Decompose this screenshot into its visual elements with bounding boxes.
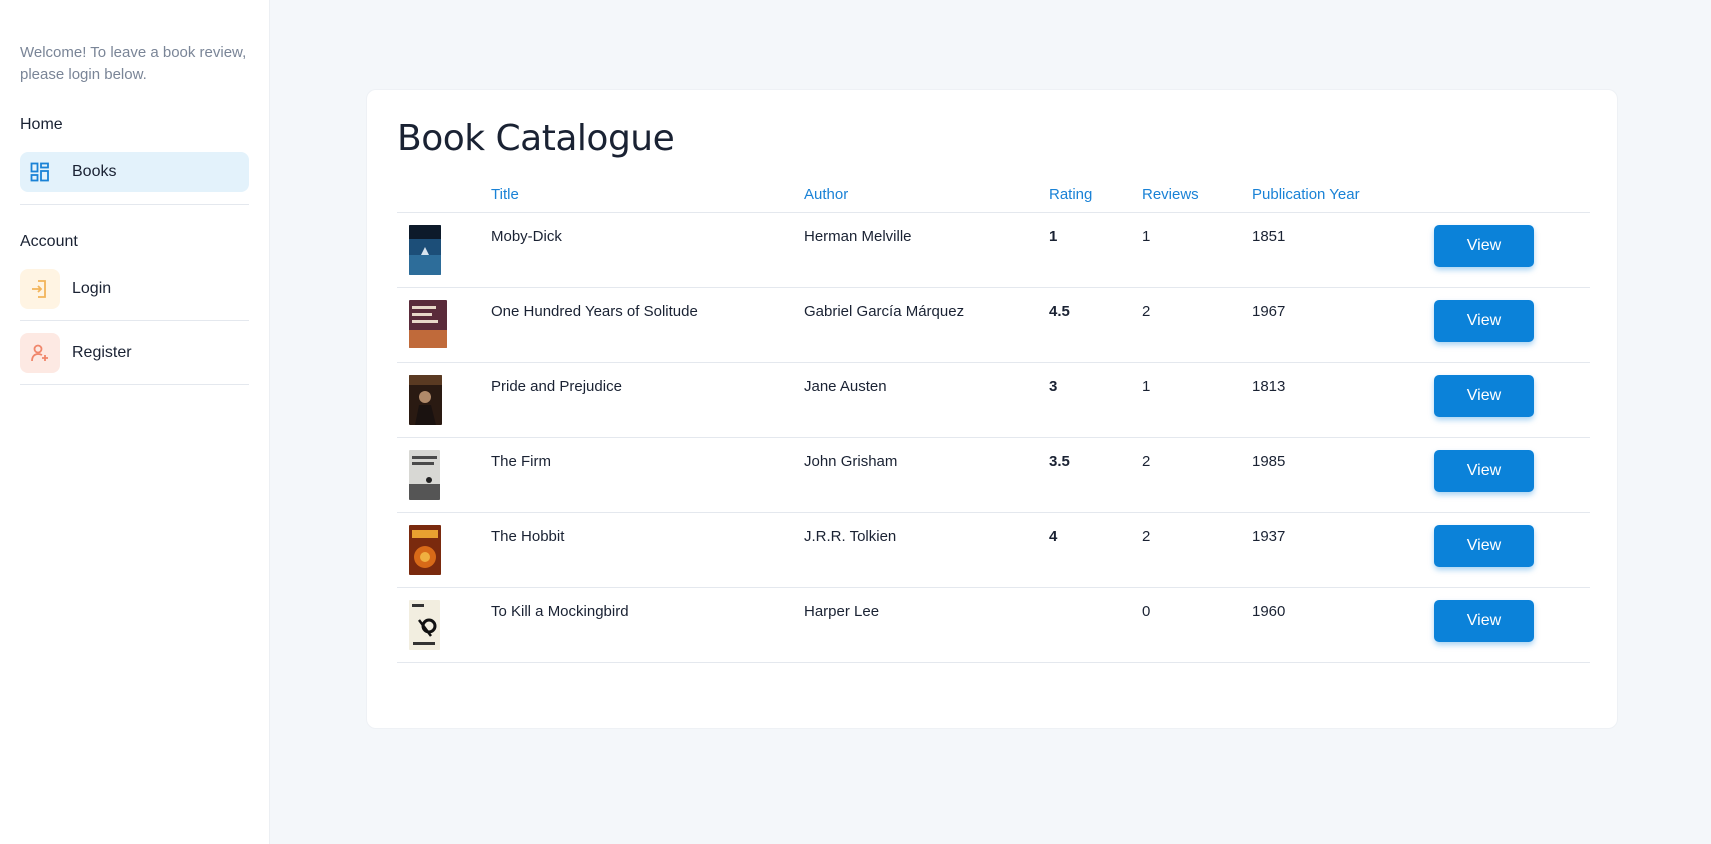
- table-row: The Firm John Grisham 3.5 2 1985 View: [397, 437, 1590, 513]
- book-author: Harper Lee: [804, 587, 1049, 663]
- book-author: J.R.R. Tolkien: [804, 512, 1049, 588]
- book-rating: 3: [1049, 362, 1142, 438]
- page-title: Book Catalogue: [397, 118, 675, 159]
- login-icon: [20, 268, 60, 309]
- book-year: 1960: [1252, 587, 1434, 663]
- book-cover-image: [409, 599, 440, 650]
- book-cover-image: [409, 524, 441, 575]
- book-cover-image: [409, 299, 447, 348]
- book-year: 1985: [1252, 437, 1434, 513]
- view-button[interactable]: View: [1434, 374, 1534, 417]
- book-reviews: 2: [1142, 437, 1252, 513]
- sidebar-item-register[interactable]: Register: [20, 321, 249, 385]
- book-author: Gabriel García Márquez: [804, 287, 1049, 363]
- book-reviews: 0: [1142, 587, 1252, 663]
- book-title: Moby-Dick: [491, 212, 804, 288]
- year-column-header[interactable]: Publication Year: [1252, 178, 1434, 213]
- book-year: 1967: [1252, 287, 1434, 363]
- sidebar-item-label: Login: [72, 279, 112, 297]
- table-row: Moby-Dick Herman Melville 1 1 1851 View: [397, 212, 1590, 288]
- book-title: To Kill a Mockingbird: [491, 587, 804, 663]
- book-year: 1813: [1252, 362, 1434, 438]
- sidebar-item-login[interactable]: Login: [20, 257, 249, 321]
- book-cover-image: [409, 224, 441, 275]
- author-column-header[interactable]: Author: [804, 178, 1049, 213]
- book-title: The Firm: [491, 437, 804, 513]
- book-rating: 1: [1049, 212, 1142, 288]
- view-button[interactable]: View: [1434, 524, 1534, 567]
- book-rating: 3.5: [1049, 437, 1142, 513]
- add-user-icon: [20, 332, 60, 373]
- book-year: 1937: [1252, 512, 1434, 588]
- book-cover-image: [409, 374, 442, 425]
- view-button[interactable]: View: [1434, 599, 1534, 642]
- book-reviews: 2: [1142, 512, 1252, 588]
- dashboard-icon: [20, 152, 60, 192]
- view-button[interactable]: View: [1434, 449, 1534, 492]
- book-title: Pride and Prejudice: [491, 362, 804, 438]
- book-year: 1851: [1252, 212, 1434, 288]
- book-author: Herman Melville: [804, 212, 1049, 288]
- books-table: Title Author Rating Reviews Publication …: [397, 178, 1590, 663]
- account-heading: Account: [20, 233, 78, 250]
- sidebar-item-label: Register: [72, 343, 132, 361]
- book-cover-image: [409, 449, 440, 500]
- book-title: The Hobbit: [491, 512, 804, 588]
- sidebar-item-books[interactable]: Books: [20, 152, 249, 192]
- book-rating: 4.5: [1049, 287, 1142, 363]
- table-row: One Hundred Years of Solitude Gabriel Ga…: [397, 287, 1590, 363]
- cover-column-header: [397, 178, 491, 213]
- action-column-header: [1434, 178, 1590, 213]
- view-button[interactable]: View: [1434, 224, 1534, 267]
- book-author: Jane Austen: [804, 362, 1049, 438]
- reviews-column-header[interactable]: Reviews: [1142, 178, 1252, 213]
- rating-column-header[interactable]: Rating: [1049, 178, 1142, 213]
- book-author: John Grisham: [804, 437, 1049, 513]
- home-heading: Home: [20, 116, 63, 133]
- book-title: One Hundred Years of Solitude: [491, 287, 804, 363]
- catalogue-card: Book Catalogue Title Author Rating Revie…: [366, 89, 1618, 729]
- book-reviews: 1: [1142, 212, 1252, 288]
- table-header-row: Title Author Rating Reviews Publication …: [397, 178, 1590, 213]
- view-button[interactable]: View: [1434, 299, 1534, 342]
- table-row: The Hobbit J.R.R. Tolkien 4 2 1937 View: [397, 512, 1590, 588]
- sidebar: Welcome! To leave a book review, please …: [0, 0, 270, 844]
- book-reviews: 2: [1142, 287, 1252, 363]
- welcome-text: Welcome! To leave a book review, please …: [20, 44, 247, 83]
- table-row: To Kill a Mockingbird Harper Lee 0 1960 …: [397, 587, 1590, 663]
- divider: [20, 204, 249, 205]
- sidebar-item-label: Books: [72, 163, 117, 180]
- book-reviews: 1: [1142, 362, 1252, 438]
- book-rating: 4: [1049, 512, 1142, 588]
- book-rating: [1049, 587, 1142, 663]
- title-column-header[interactable]: Title: [491, 178, 804, 213]
- table-row: Pride and Prejudice Jane Austen 3 1 1813…: [397, 362, 1590, 438]
